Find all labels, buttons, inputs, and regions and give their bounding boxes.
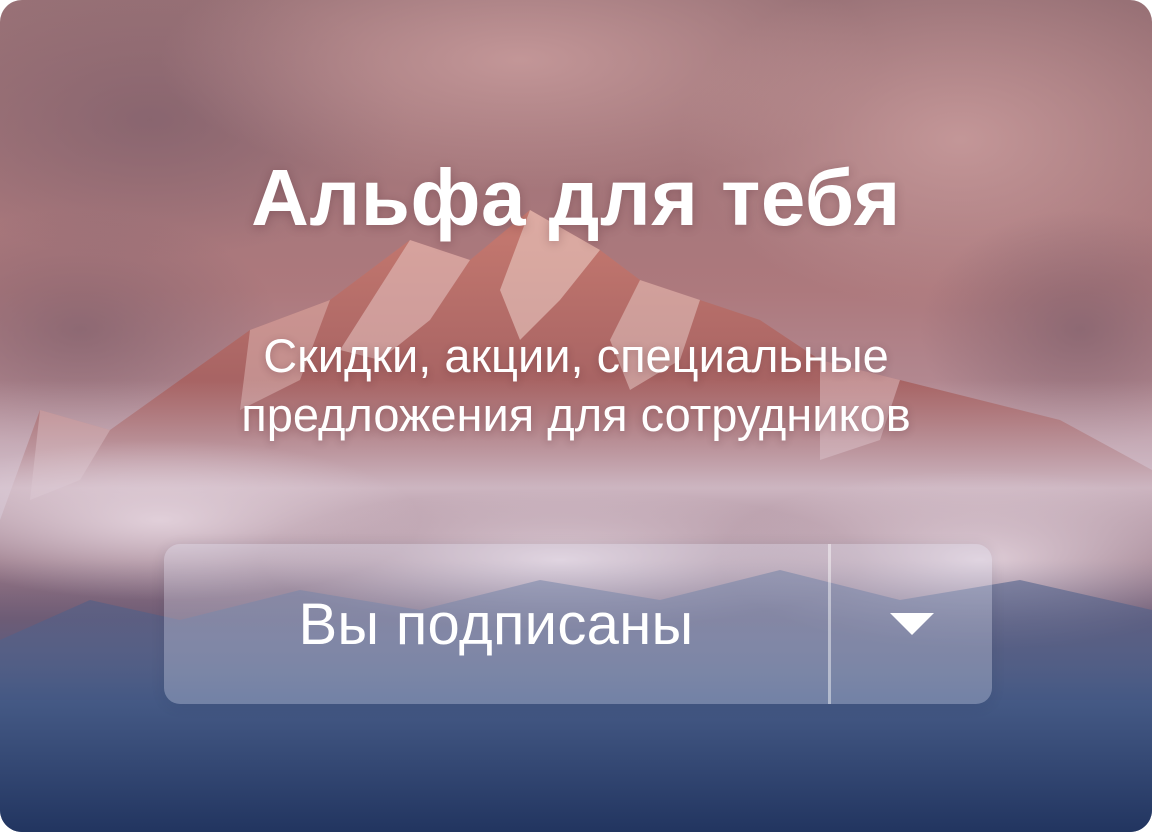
promo-card: Альфа для тебя Скидки, акции, специальны…	[0, 0, 1152, 832]
subscription-split-button: Вы подписаны	[164, 544, 992, 704]
page-title: Альфа для тебя	[251, 153, 901, 242]
triangle-down-icon	[889, 613, 934, 635]
subscription-menu-button[interactable]	[831, 544, 992, 704]
subscription-status-button[interactable]: Вы подписаны	[164, 544, 828, 704]
subscription-status-label: Вы подписаны	[298, 591, 694, 657]
page-subtitle: Скидки, акции, специальные предложения д…	[241, 329, 911, 441]
